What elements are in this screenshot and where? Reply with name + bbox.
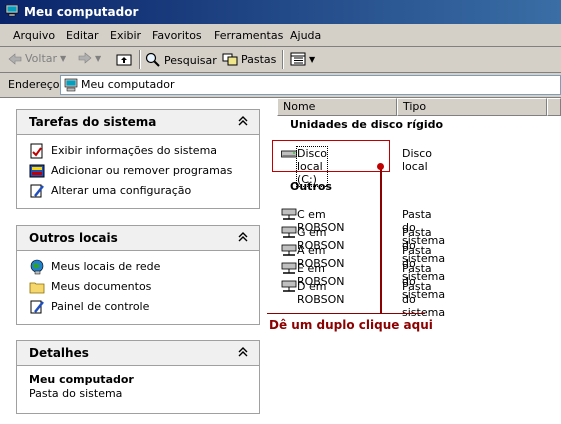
- control-panel-icon: [30, 300, 44, 314]
- collapse-chevron-icon[interactable]: [235, 113, 251, 129]
- column-header-extra: [547, 98, 561, 116]
- disk-type: Disco local: [402, 147, 433, 173]
- back-arrow-icon: [8, 52, 22, 65]
- back-label: Voltar: [25, 52, 58, 65]
- menu-ferramentas[interactable]: Ferramentas: [214, 29, 283, 42]
- place-label: Meus documentos: [51, 280, 152, 293]
- panel-title: Outros locais: [29, 231, 118, 245]
- address-label: Endereço: [8, 78, 60, 91]
- place-label: Meus locais de rede: [51, 260, 161, 273]
- folders-icon: [222, 53, 238, 66]
- panel-header[interactable]: Tarefas do sistema: [17, 110, 259, 135]
- address-value: Meu computador: [81, 78, 175, 91]
- toolbar: Voltar ▼ ▼ Pesquisar Pastas ▼: [0, 47, 561, 73]
- collapse-chevron-icon[interactable]: [235, 229, 251, 245]
- forward-arrow-icon: [78, 52, 92, 64]
- up-folder-button[interactable]: [116, 52, 132, 66]
- column-label: Tipo: [403, 100, 427, 113]
- address-bar: Endereço Meu computador: [0, 73, 561, 98]
- network-drive-icon: [281, 262, 297, 274]
- task-system-info[interactable]: Exibir informações do sistema: [17, 141, 259, 161]
- search-label: Pesquisar: [164, 53, 217, 67]
- back-button[interactable]: Voltar ▼: [8, 52, 66, 65]
- menu-bar: Arquivo Editar Exibir Favoritos Ferramen…: [0, 24, 561, 47]
- annotation-highlight-box: [272, 140, 390, 172]
- annotation-pointer-dot: [377, 163, 384, 170]
- place-documents[interactable]: Meus documentos: [17, 277, 259, 297]
- menu-editar[interactable]: Editar: [66, 29, 99, 42]
- computer-icon: [5, 5, 19, 17]
- panel-header[interactable]: Detalhes: [17, 341, 259, 366]
- collapse-chevron-icon[interactable]: [235, 344, 251, 360]
- forward-button[interactable]: ▼: [78, 52, 101, 64]
- search-button[interactable]: Pesquisar: [145, 52, 217, 68]
- panel-title: Tarefas do sistema: [29, 115, 157, 129]
- place-label: Painel de controle: [51, 300, 150, 313]
- menu-favoritos[interactable]: Favoritos: [152, 29, 202, 42]
- system-tasks-panel: Tarefas do sistema Exibir informações do…: [16, 109, 260, 209]
- chevron-down-icon: ▼: [60, 54, 67, 63]
- task-label: Adicionar ou remover programas: [51, 164, 233, 177]
- drive-name: D em ROBSON: [297, 280, 345, 306]
- change-setting-icon: [30, 184, 44, 198]
- panel-title: Detalhes: [29, 346, 89, 360]
- folders-button[interactable]: Pastas: [222, 52, 276, 66]
- menu-exibir[interactable]: Exibir: [110, 29, 141, 42]
- network-drive-icon: [281, 280, 297, 292]
- address-field[interactable]: Meu computador: [60, 75, 561, 95]
- views-button[interactable]: ▼: [290, 52, 315, 66]
- details-type: Pasta do sistema: [29, 387, 123, 400]
- system-info-icon: [30, 143, 43, 159]
- folders-label: Pastas: [241, 52, 277, 66]
- network-places-icon: [30, 259, 44, 275]
- computer-icon: [64, 78, 78, 92]
- views-icon: [290, 52, 306, 66]
- place-network[interactable]: Meus locais de rede: [17, 257, 259, 277]
- annotation-underline: [267, 313, 425, 314]
- details-name: Meu computador: [29, 373, 134, 386]
- window-title: Meu computador: [24, 5, 139, 19]
- menu-ajuda[interactable]: Ajuda: [290, 29, 321, 42]
- annotation-text: Dê um duplo clique aqui: [269, 318, 433, 332]
- column-label: Nome: [283, 100, 316, 113]
- chevron-down-icon: ▼: [309, 54, 316, 64]
- title-bar[interactable]: Meu computador: [0, 0, 561, 24]
- task-label: Alterar uma configuração: [51, 184, 192, 197]
- task-pane: Tarefas do sistema Exibir informações do…: [0, 98, 275, 424]
- annotation-leader-line: [380, 166, 382, 314]
- search-icon: [145, 52, 160, 67]
- column-header-type[interactable]: Tipo: [397, 98, 547, 116]
- menu-arquivo[interactable]: Arquivo: [13, 29, 55, 42]
- add-remove-programs-icon: [29, 164, 45, 178]
- place-control-panel[interactable]: Painel de controle: [17, 297, 259, 317]
- network-drive-icon: [281, 226, 297, 238]
- other-places-panel: Outros locais Meus locais de rede Meus d…: [16, 225, 260, 325]
- network-drive-icon: [281, 244, 297, 256]
- group-others: Outros: [290, 180, 332, 193]
- details-panel: Detalhes Meu computador Pasta do sistema: [16, 340, 260, 414]
- task-change-setting[interactable]: Alterar uma configuração: [17, 181, 259, 201]
- column-header-name[interactable]: Nome: [277, 98, 397, 116]
- panel-header[interactable]: Outros locais: [17, 226, 259, 251]
- group-hard-disks: Unidades de disco rígido: [290, 118, 444, 131]
- up-folder-icon: [116, 54, 132, 66]
- task-label: Exibir informações do sistema: [51, 144, 218, 157]
- chevron-down-icon: ▼: [95, 53, 102, 63]
- task-add-remove-programs[interactable]: Adicionar ou remover programas: [17, 161, 259, 181]
- network-drive-icon: [281, 208, 297, 220]
- folder-icon: [29, 282, 45, 294]
